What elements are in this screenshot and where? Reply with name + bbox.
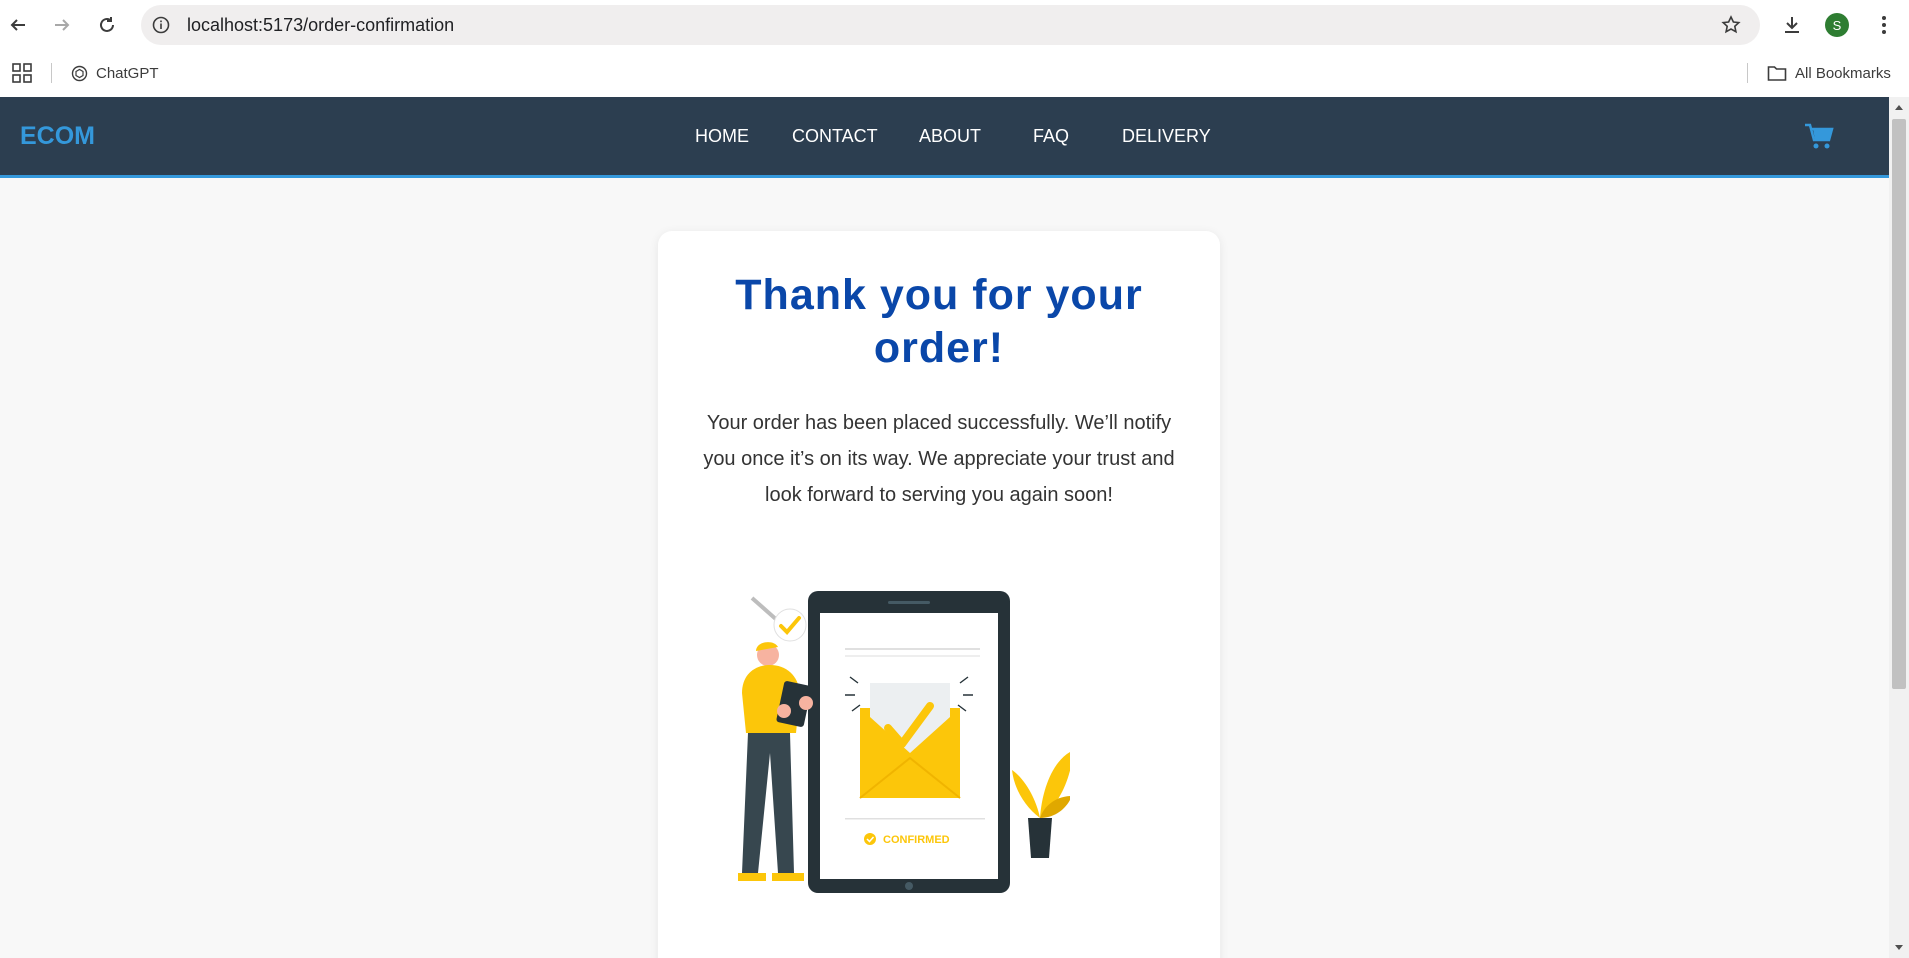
nav-delivery[interactable]: DELIVERY [1122, 97, 1211, 175]
page-scrollbar[interactable] [1889, 97, 1909, 958]
bookmark-chatgpt[interactable]: ChatGPT [71, 50, 159, 97]
nav-contact[interactable]: CONTACT [792, 97, 878, 175]
reload-icon [100, 17, 114, 32]
reload-button[interactable] [92, 10, 122, 40]
apps-grid-icon[interactable] [11, 62, 33, 84]
scroll-up-icon[interactable] [1893, 101, 1905, 113]
site-info-icon[interactable] [151, 15, 171, 35]
cart-icon[interactable] [1804, 123, 1834, 151]
confirmation-message: Your order has been placed successfully.… [703, 412, 1175, 506]
all-bookmarks-label: All Bookmarks [1795, 65, 1891, 82]
download-icon [1785, 17, 1799, 33]
page-viewport: ECOM HOME CONTACT ABOUT FAQ DELIVERY Tha… [0, 97, 1889, 958]
scroll-down-icon[interactable] [1893, 942, 1905, 954]
profile-button[interactable]: S [1822, 10, 1852, 40]
arrow-left-icon [10, 19, 25, 31]
page-title: Thank you for your order! [735, 271, 1143, 372]
scrollbar-thumb[interactable] [1892, 119, 1906, 689]
forward-button[interactable] [47, 10, 77, 40]
all-bookmarks-button[interactable]: All Bookmarks [1767, 50, 1891, 97]
nav-about[interactable]: ABOUT [919, 97, 981, 175]
nav-home[interactable]: HOME [695, 97, 749, 175]
bookmarks-divider-right [1747, 63, 1748, 83]
folder-icon [1767, 66, 1787, 81]
confirmed-badge-text: CONFIRMED [883, 834, 950, 846]
browser-toolbar: localhost:5173/order-confirmation S [0, 0, 1909, 50]
arrow-right-icon [55, 19, 70, 31]
site-navbar: ECOM HOME CONTACT ABOUT FAQ DELIVERY [0, 97, 1889, 178]
address-bar[interactable]: localhost:5173/order-confirmation [141, 5, 1760, 45]
bookmarks-divider [51, 63, 52, 83]
bookmarks-bar: ChatGPT All Bookmarks [0, 50, 1909, 97]
back-button[interactable] [3, 10, 33, 40]
url-text[interactable]: localhost:5173/order-confirmation [187, 5, 454, 45]
downloads-button[interactable] [1777, 10, 1807, 40]
bookmark-label: ChatGPT [96, 65, 159, 82]
chatgpt-icon [71, 65, 88, 82]
nav-faq[interactable]: FAQ [1033, 97, 1069, 175]
menu-button[interactable] [1869, 10, 1899, 40]
brand-logo[interactable]: ECOM [20, 97, 95, 175]
avatar: S [1825, 13, 1849, 37]
confirmation-card: Thank you for your order! Your order has… [658, 231, 1220, 958]
more-vert-icon [1882, 16, 1886, 34]
bookmark-star-icon[interactable] [1720, 14, 1742, 36]
order-confirmed-illustration: CONFIRMED [710, 583, 1074, 913]
